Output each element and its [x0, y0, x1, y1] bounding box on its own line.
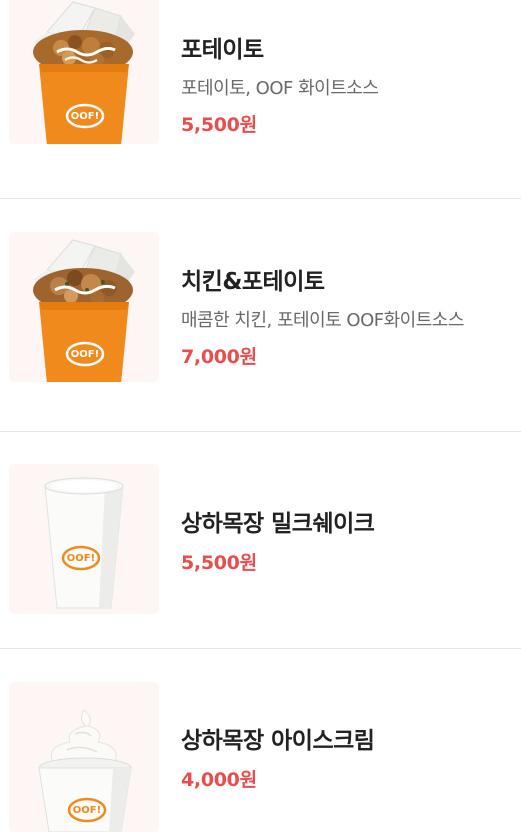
item-name: 상하목장 아이스크림: [181, 728, 375, 754]
item-name: 포테이토: [181, 37, 264, 63]
potato-box-image: OOF!: [9, 0, 159, 144]
item-description: 매콤한 치킨, 포테이토 OOF화이트소스: [181, 310, 464, 331]
item-price: 5,500원: [181, 114, 257, 136]
menu-item-potato[interactable]: OOF! 포테이토 포테이토, OOF 화이트소스 5,500원: [0, 0, 521, 198]
menu-item-milkshake[interactable]: OOF! 상하목장 밀크쉐이크 5,500원: [0, 432, 521, 648]
svg-text:OOF!: OOF!: [73, 805, 101, 816]
svg-text:OOF!: OOF!: [67, 553, 95, 564]
item-price: 5,500원: [181, 552, 257, 574]
menu-item-chicken-potato[interactable]: OOF! 치킨&포테이토 매콤한 치킨, 포테이토 OOF화이트소스 7,000…: [0, 199, 521, 431]
svg-text:OOF!: OOF!: [71, 111, 99, 122]
menu-item-icecream[interactable]: OOF! 상하목장 아이스크림 4,000원: [0, 649, 521, 832]
item-price: 7,000원: [181, 346, 257, 368]
milkshake-cup-image: OOF!: [9, 464, 159, 614]
item-description: 포테이토, OOF 화이트소스: [181, 78, 379, 99]
svg-text:OOF!: OOF!: [71, 349, 99, 360]
menu-list: OOF! 포테이토 포테이토, OOF 화이트소스 5,500원 OOF! 치킨…: [0, 0, 521, 832]
icecream-cup-image: OOF!: [9, 682, 159, 832]
item-price: 4,000원: [181, 769, 257, 791]
chicken-potato-box-image: OOF!: [9, 232, 159, 382]
item-name: 치킨&포테이토: [181, 269, 325, 295]
item-name: 상하목장 밀크쉐이크: [181, 511, 375, 537]
